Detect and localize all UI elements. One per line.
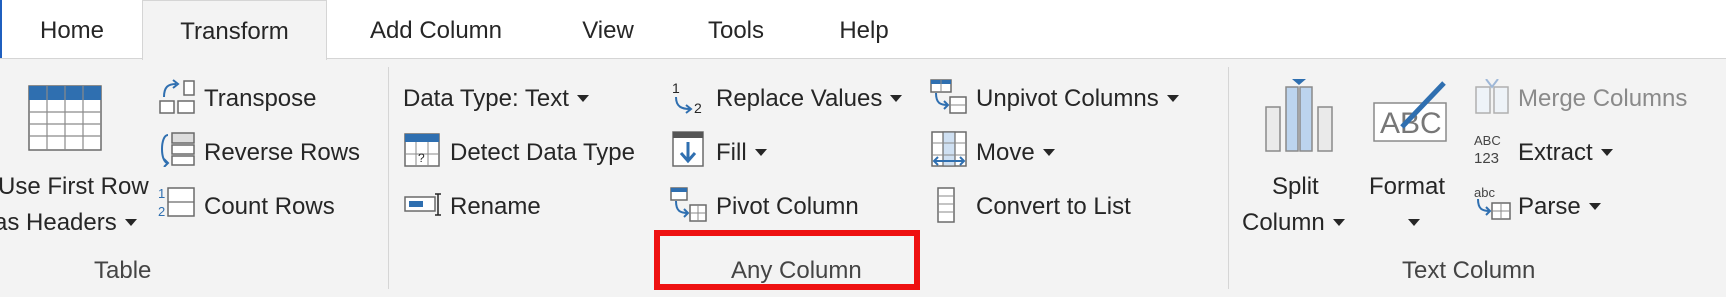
transpose-icon [159, 79, 195, 114]
group-label-table: Table [94, 257, 152, 284]
count-rows-icon-1: 1 [158, 186, 165, 201]
split-column-button-line2[interactable]: Column [1242, 209, 1345, 237]
move-icon [931, 131, 967, 167]
group-separator [1228, 67, 1229, 289]
pivot-column-button[interactable]: Pivot Column [716, 193, 859, 221]
data-type-dropdown[interactable]: Data Type: Text [403, 85, 589, 113]
detect-data-type-icon: ? [404, 133, 440, 167]
format-button[interactable]: Format [1369, 173, 1445, 201]
parse-icon: abc [1474, 185, 1511, 220]
group-separator [388, 67, 389, 289]
replace-values-button[interactable]: Replace Values [716, 85, 902, 113]
reverse-rows-button[interactable]: Reverse Rows [204, 139, 360, 167]
convert-to-list-icon [937, 187, 955, 223]
format-dropdown-caret[interactable] [1400, 209, 1416, 237]
transpose-button[interactable]: Transpose [204, 85, 317, 113]
rename-button[interactable]: Rename [450, 193, 541, 221]
extract-icon-abc: ABC [1474, 133, 1501, 148]
convert-to-list-button[interactable]: Convert to List [976, 193, 1131, 221]
use-first-row-icon [28, 85, 102, 151]
tab-bar-edge [0, 0, 2, 58]
count-rows-button[interactable]: Count Rows [204, 193, 335, 221]
fill-button[interactable]: Fill [716, 139, 767, 167]
unpivot-columns-button[interactable]: Unpivot Columns [976, 85, 1179, 113]
tab-help[interactable]: Help [826, 0, 902, 58]
group-label-any-column: Any Column [731, 257, 862, 284]
extract-icon: ABC 123 [1474, 133, 1501, 167]
detect-data-type-button[interactable]: Detect Data Type [450, 139, 635, 167]
count-rows-icon-2: 2 [158, 204, 165, 219]
use-first-row-button[interactable]: Use First Row [0, 173, 149, 201]
count-rows-icon: 1 2 [158, 186, 195, 219]
rename-icon [404, 193, 441, 216]
parse-button[interactable]: Parse [1518, 193, 1601, 221]
ribbon-transform: Use First Row as Headers Transpose Rever… [0, 59, 1726, 297]
ribbon-tab-bar: Home Transform Add Column View Tools Hel… [0, 0, 1726, 60]
format-icon-text: ABC [1380, 107, 1442, 140]
replace-values-icon-2: 2 [694, 100, 702, 116]
use-first-row-button-line2[interactable]: as Headers [0, 209, 137, 237]
merge-columns-icon [1475, 79, 1509, 114]
tab-tools[interactable]: Tools [694, 0, 778, 58]
split-column-icon [1265, 79, 1333, 152]
tab-transform[interactable]: Transform [142, 0, 327, 60]
pivot-column-icon [670, 187, 707, 222]
tab-add-column[interactable]: Add Column [350, 0, 522, 58]
extract-button[interactable]: Extract [1518, 139, 1613, 167]
reverse-rows-icon [161, 132, 195, 167]
parse-icon-abc: abc [1474, 185, 1495, 200]
detect-data-type-icon-q: ? [418, 151, 425, 165]
unpivot-columns-icon [930, 79, 967, 114]
fill-icon [672, 131, 704, 167]
extract-icon-123: 123 [1474, 150, 1499, 167]
format-icon: ABC [1373, 81, 1447, 142]
replace-values-icon: 1 2 [672, 80, 702, 116]
move-button[interactable]: Move [976, 139, 1055, 167]
group-label-text-column: Text Column [1402, 257, 1536, 284]
replace-values-icon-1: 1 [672, 80, 680, 96]
split-column-button[interactable]: Split [1272, 173, 1319, 201]
merge-columns-button[interactable]: Merge Columns [1518, 85, 1687, 113]
tab-view[interactable]: View [568, 0, 648, 58]
tab-home[interactable]: Home [22, 0, 122, 58]
